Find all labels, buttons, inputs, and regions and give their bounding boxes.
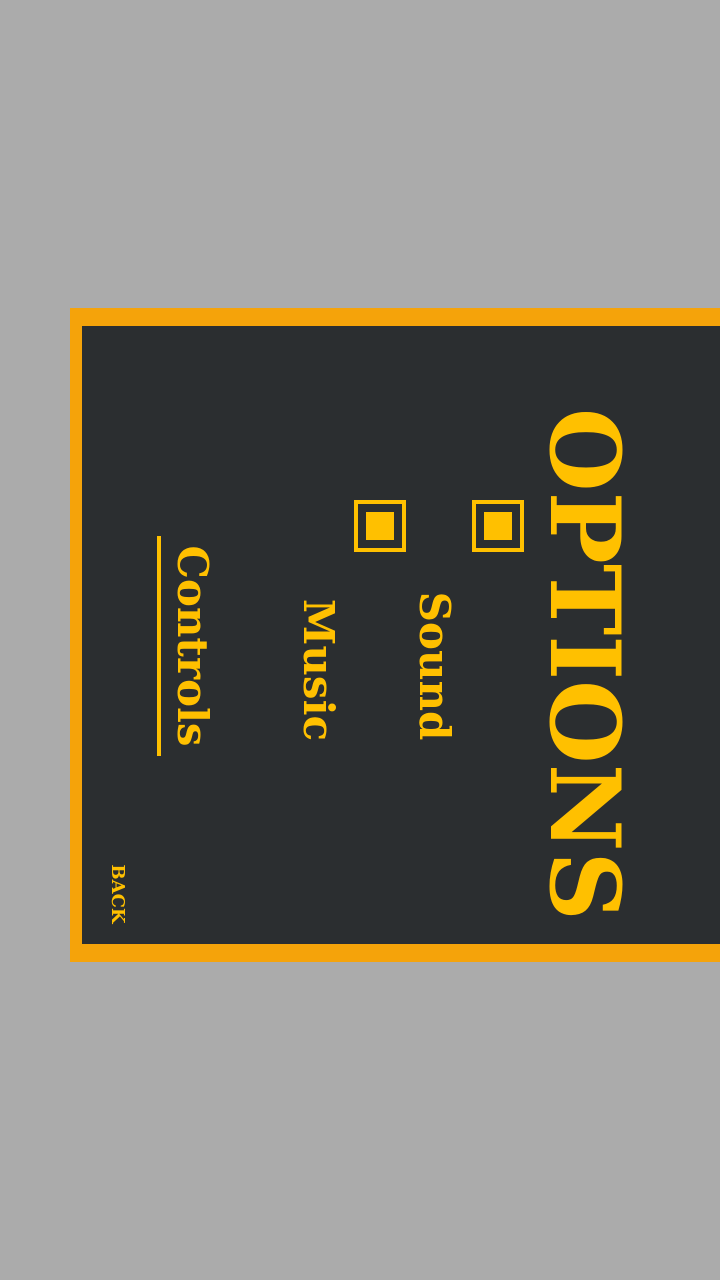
sound-checkbox[interactable] — [472, 500, 524, 552]
sound-label: Sound — [410, 591, 459, 741]
music-checkbox-fill — [366, 512, 394, 540]
page-title: OPTIONS — [528, 408, 641, 921]
options-panel: OPTIONS Sound Music Controls BACK — [70, 308, 720, 962]
music-checkbox[interactable] — [354, 500, 406, 552]
sound-checkbox-fill — [484, 512, 512, 540]
music-label: Music — [294, 598, 343, 742]
controls-link[interactable]: Controls — [157, 536, 217, 756]
back-button[interactable]: BACK — [105, 849, 129, 939]
options-panel-body: OPTIONS Sound Music Controls BACK — [82, 326, 720, 944]
